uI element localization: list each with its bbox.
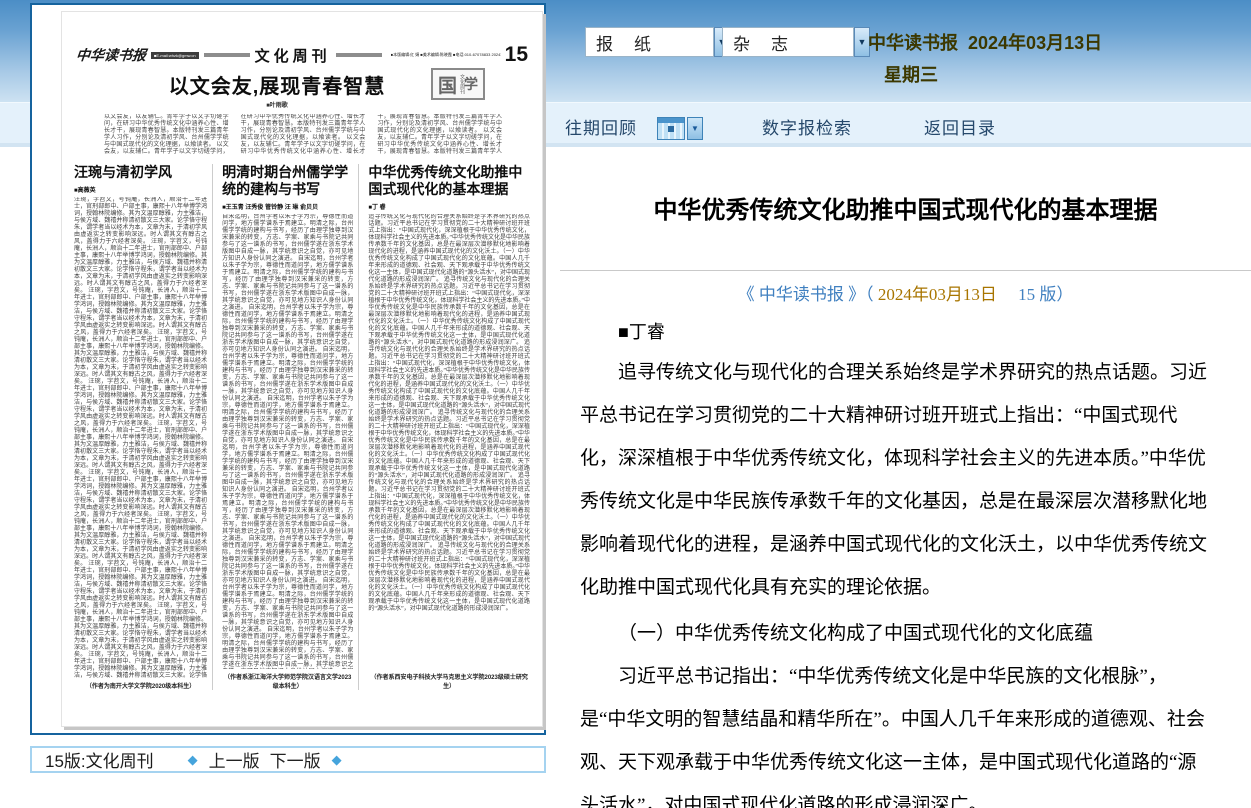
paper-name-and-date: 中华读书报 2024年03月13日 (868, 29, 1102, 55)
masthead-email-strip: ■E-mail:whzk@gmw.cn (151, 52, 199, 59)
column-3-body: 追寻传统文化与现代化的合理关系始终是学术界研究的热点话题。习近平总书记在学习贯彻… (368, 214, 530, 669)
article-paragraph: 习近平总书记指出：“中华优秀传统文化是中华民族的文化根脉”，是“中华文明的智慧结… (580, 655, 1208, 808)
calendar-dropdown-icon[interactable]: ▼ (687, 117, 703, 140)
paper-name: 中华读书报 (868, 33, 958, 53)
next-page-icon[interactable]: ◆ (332, 752, 342, 768)
newspaper-select-value[interactable]: 报 纸 (585, 27, 714, 57)
newspaper-masthead: 中华读书报 ■E-mail:whzk@gmw.cn 文化周刊 ■本版编辑:红 娟… (76, 42, 528, 68)
prev-page-link[interactable]: 上一版 (209, 747, 260, 772)
masthead-info-strip: ■本版编辑:红 娟 ■美术编辑:陈晓霞 ■电话:010-67078833 202… (391, 52, 501, 58)
column-3-title[interactable]: 中华优秀传统文化助推中国式现代化的基本理据 (368, 164, 530, 198)
source-paper-name: 《 中华读书报 》 (738, 285, 866, 304)
nav-past-issues[interactable]: 往期回顾 (565, 114, 637, 139)
lead-headline: 以文会友,展现青春智慧 (92, 70, 462, 99)
newspaper-logo: 中华读书报 (75, 45, 147, 65)
column-1-byline: ■高薇英 (74, 185, 207, 194)
lead-byline: ■叶雨歌 (92, 100, 462, 109)
column-3-byline: ■丁 睿 (368, 202, 530, 211)
article-title: 中华优秀传统文化助推中国式现代化的基本理据 (560, 190, 1251, 225)
page: 报 纸 ▼ 杂 志 ▼ 中华读书报 2024年03月13日 星期三 往期回顾 ▼… (0, 0, 1251, 808)
page-navigation-bar: 15版:文化周刊 ◆ 上一版 下一版 ◆ (30, 746, 546, 773)
column-1-attribution: （作者为南开大学文学院2020级本科生） (74, 681, 207, 690)
issue-date: 2024年03月13日 (968, 33, 1102, 53)
newspaper-column-2: 明清时期台州儒学学统的建构与书写 ■王玉青 汪秀俊 管铃静 汪 琳 俞贝贝 自宋… (212, 164, 353, 690)
article-section-heading: （一）中华优秀传统文化构成了中国式现代化的文化底蕴 (580, 612, 1208, 655)
newspaper-select[interactable]: 报 纸 ▼ (585, 27, 730, 57)
guoxue-seal: 国 文化周刊 学 (431, 68, 485, 100)
seal-char-guo: 国 (438, 71, 457, 98)
calendar-icon[interactable] (657, 117, 685, 140)
nav-digital-search[interactable]: 数字报检索 (762, 114, 852, 139)
column-1-body: 汪琬，字苕文，号钝庵，长洲人，顺治十二年进士，官刑部郎中、户部主事，康熙十八年举… (74, 197, 207, 678)
lead-intro-text: 以文会友，以友辅仁。青年学子以文字切磋学问，在研习中华优秀传统文化中涵养心性、增… (104, 114, 502, 160)
column-1-title[interactable]: 汪琬与清初学风 (74, 164, 207, 181)
newspaper-column-1: 汪琬与清初学风 ■高薇英 汪琬，字苕文，号钝庵，长洲人，顺治十二年进士，官刑部郎… (74, 164, 207, 690)
issue-weekday: 星期三 (884, 61, 938, 87)
column-2-byline: ■王玉青 汪秀俊 管铃静 汪 琳 俞贝贝 (222, 202, 353, 211)
article-author: ■丁睿 (618, 318, 665, 344)
article-body: 追寻传统文化与现代化的合理关系始终是学术界研究的热点话题。习近平总书记在学习贯彻… (580, 351, 1208, 808)
masthead-section-title: 文化周刊 (255, 45, 331, 66)
newspaper-preview-panel: 中华读书报 ■E-mail:whzk@gmw.cn 文化周刊 ■本版编辑:红 娟… (30, 3, 546, 735)
prev-page-icon[interactable]: ◆ (188, 752, 198, 768)
column-2-body: 自宋迄明，台州学者以朱子学为宗，尊德性而道问学，地方儒学谱系于焉建立。明清之际，… (222, 214, 353, 669)
column-3-attribution: （作者系西安电子科技大学马克思主义学院2023级硕士研究生） (368, 672, 530, 690)
source-page: 15 版） (1018, 285, 1073, 304)
current-page-label: 15版:文化周刊 (45, 747, 154, 772)
column-2-attribution: （作者系浙江海洋大学师范学院汉语言文学2023级本科生） (222, 672, 353, 690)
nav-back-to-contents[interactable]: 返回目录 (924, 114, 996, 139)
source-open-paren: （ (865, 285, 878, 304)
seal-char-xue: 学 (464, 74, 478, 94)
next-page-link[interactable]: 下一版 (270, 747, 321, 772)
newspaper-columns: 汪琬与清初学风 ■高薇英 汪琬，字苕文，号钝庵，长洲人，顺治十二年进士，官刑部郎… (74, 164, 530, 690)
masthead-rule (336, 53, 382, 57)
source-gap (997, 285, 1018, 304)
article-source-line: 《 中华读书报 》（ 2024年03月13日 15 版） (560, 280, 1251, 305)
article-paragraph: 追寻传统文化与现代化的合理关系始终是学术界研究的热点话题。习近平总书记在学习贯彻… (580, 351, 1208, 609)
column-2-title[interactable]: 明清时期台州儒学学统的建构与书写 (222, 164, 353, 198)
magazine-select[interactable]: 杂 志 ▼ (722, 27, 870, 57)
masthead-page-number: 15 (505, 43, 528, 67)
magazine-select-value[interactable]: 杂 志 (722, 27, 854, 57)
source-date: 2024年03月13日 (878, 285, 997, 304)
newspaper-column-3: 中华优秀传统文化助推中国式现代化的基本理据 ■丁 睿 追寻传统文化与现代化的合理… (358, 164, 530, 690)
title-divider (560, 270, 1251, 271)
newspaper-page-thumbnail[interactable]: 中华读书报 ■E-mail:whzk@gmw.cn 文化周刊 ■本版编辑:红 娟… (61, 11, 543, 727)
masthead-rule (204, 53, 250, 57)
calendar-picker[interactable]: ▼ (657, 117, 703, 140)
